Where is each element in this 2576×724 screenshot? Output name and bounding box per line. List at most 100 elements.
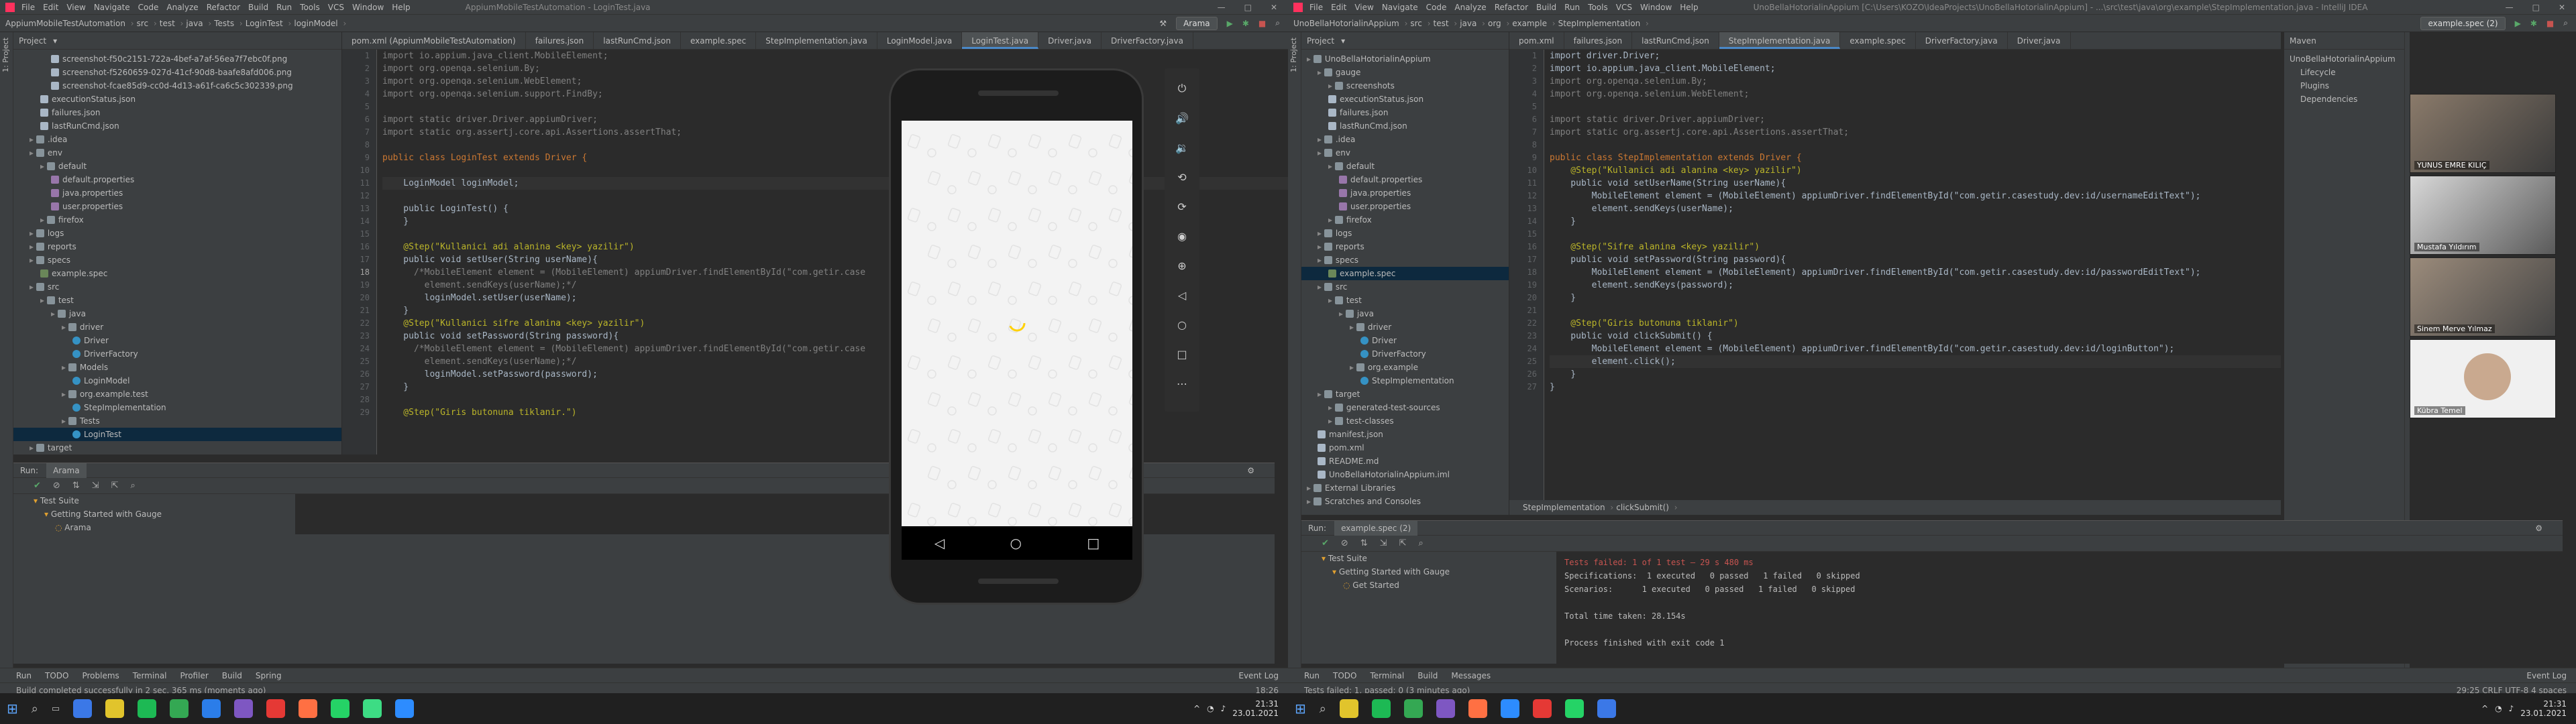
menu-item-code[interactable]: Code	[1426, 3, 1447, 12]
code-line[interactable]	[1550, 228, 2281, 241]
code-line[interactable]: }	[1550, 381, 2281, 394]
tree-item[interactable]: ▸ java	[13, 307, 341, 320]
code-breadcrumb-item[interactable]: StepImplementation	[1523, 503, 1613, 512]
emulator-screen[interactable]	[902, 121, 1132, 526]
tree-item[interactable]: ▸ default	[1301, 160, 1509, 173]
code-breadcrumb-item[interactable]: clickSubmit()	[1616, 503, 1677, 512]
breadcrumb-item[interactable]: example	[1512, 19, 1555, 28]
tree-item[interactable]: ▸ java	[1301, 307, 1509, 320]
chevron-right-icon[interactable]: ▸	[1350, 363, 1356, 372]
menu-item-build[interactable]: Build	[248, 3, 268, 12]
breadcrumb-item[interactable]: src	[137, 19, 157, 28]
code-line[interactable]: import static org.assertj.core.api.Asser…	[382, 126, 1288, 139]
code-area[interactable]: import driver.Driver; import io.appium.ja…	[1550, 50, 2281, 515]
tree-item[interactable]: ▸ test-classes	[1301, 414, 1509, 428]
code-line[interactable]: public void setPassword(String password)…	[382, 330, 1288, 343]
run-icon[interactable]: ▶	[2515, 19, 2521, 28]
code-line[interactable]: /*MobileElement element = (MobileElement…	[382, 266, 1288, 279]
menu-item-vcs[interactable]: VCS	[1616, 3, 1632, 12]
task-view-icon[interactable]: ▭	[52, 704, 60, 714]
minimize-icon[interactable]: —	[2506, 3, 2514, 12]
code-line[interactable]	[382, 190, 1288, 202]
tree-item[interactable]: ▸ logs	[1301, 227, 1509, 240]
power-icon[interactable]: ⏻	[1171, 78, 1193, 99]
chevron-right-icon[interactable]: ▸	[1339, 309, 1346, 318]
maven-tree-item[interactable]: Dependencies	[2284, 93, 2404, 106]
editor-tab[interactable]: Driver.java	[2008, 32, 2071, 49]
tree-item[interactable]: ▸ screenshots	[1301, 79, 1509, 93]
tree-item[interactable]: ▸ firefox	[1301, 213, 1509, 227]
app-icon[interactable]	[1403, 699, 1423, 718]
overview-icon[interactable]: □	[1171, 343, 1193, 365]
chevron-down-icon[interactable]: ▾	[53, 36, 57, 46]
app-icon[interactable]	[1532, 699, 1552, 718]
event-log-button[interactable]: Event Log	[2526, 671, 2576, 680]
editor-tab[interactable]: example.spec	[1840, 32, 1916, 49]
run-tab[interactable]: example.spec (2)	[1334, 521, 1418, 536]
menu-item-refactor[interactable]: Refactor	[1495, 3, 1528, 12]
breadcrumb-item[interactable]: test	[1434, 19, 1458, 28]
chevron-right-icon[interactable]: ▸	[30, 282, 36, 292]
tree-item[interactable]: ▸ target	[1301, 387, 1509, 401]
editor-tab[interactable]: Driver.java	[1038, 32, 1102, 49]
code-line[interactable]: @Step("Kullanici adi alanina <key> yazil…	[1550, 164, 2281, 177]
run-tree-item[interactable]: ▾ Test Suite	[1301, 552, 1556, 565]
code-line[interactable]: MobileElement element = (MobileElement) …	[1550, 190, 2281, 202]
menu-item-help[interactable]: Help	[1680, 3, 1698, 12]
menu-item-vcs[interactable]: VCS	[328, 3, 344, 12]
breadcrumb-item[interactable]: test	[160, 19, 184, 28]
tree-item[interactable]: ▸ driver	[1301, 320, 1509, 334]
code-line[interactable]: }	[382, 381, 1288, 394]
code-line[interactable]: element.sendKeys(userName);	[1550, 202, 2281, 215]
volume-icon[interactable]: ♪	[2509, 704, 2514, 713]
chevron-right-icon[interactable]: ▸	[1328, 81, 1335, 90]
chevron-right-icon[interactable]: ▸	[40, 215, 47, 225]
tree-item[interactable]: ▸ env	[13, 146, 341, 160]
code-line[interactable]: import org.openqa.selenium.By;	[382, 62, 1288, 75]
editor-tab[interactable]: lastRunCmd.json	[1632, 32, 1719, 49]
chevron-right-icon[interactable]: ▸	[1318, 242, 1324, 251]
hammer-icon[interactable]: ⚒	[1159, 19, 1167, 28]
code-line[interactable]: element.sendKeys(userName);*/	[382, 355, 1288, 368]
chevron-up-icon[interactable]: ^	[2481, 704, 2488, 713]
tree-item[interactable]: ▸ org.example	[1301, 361, 1509, 374]
chevron-right-icon[interactable]: ▸	[1328, 416, 1335, 426]
chevron-right-icon[interactable]: ▸	[30, 229, 36, 238]
app-icon[interactable]	[1564, 699, 1584, 718]
menu-item-tools[interactable]: Tools	[1588, 3, 1608, 12]
project-panel-title[interactable]: Project	[1307, 36, 1334, 46]
collapse-icon[interactable]: ⇱	[111, 481, 119, 491]
tree-item[interactable]: ▸ specs	[1301, 253, 1509, 267]
code-line[interactable]: }	[1550, 215, 2281, 228]
bottom-tab-todo[interactable]: TODO	[45, 671, 68, 680]
tree-item[interactable]: screenshot-fcae85d9-cc0d-4d13-a61f-ca6c5…	[13, 79, 341, 93]
code-line[interactable]: @Step("Kullanici sifre alanina <key> yaz…	[382, 317, 1288, 330]
bottom-tab-profiler[interactable]: Profiler	[180, 671, 209, 680]
collapse-icon[interactable]: ⇱	[1399, 538, 1407, 548]
app-icon[interactable]	[170, 699, 189, 718]
menu-item-help[interactable]: Help	[392, 3, 410, 12]
code-line[interactable]: @Step("Kullanici adi alanina <key> yazil…	[382, 241, 1288, 253]
tree-item[interactable]: ▸ env	[1301, 146, 1509, 160]
code-line[interactable]: loginModel.setPassword(password);	[382, 368, 1288, 381]
code-line[interactable]: }	[382, 215, 1288, 228]
chevron-right-icon[interactable]: ▸	[30, 242, 36, 251]
tree-item[interactable]: failures.json	[13, 106, 341, 119]
tree-item[interactable]: ▸ driver	[13, 320, 341, 334]
network-icon[interactable]: ◔	[1207, 704, 1214, 713]
code-line[interactable]: @Step("Sifre alanina <key> yazilir")	[1550, 241, 2281, 253]
app-icon[interactable]	[234, 699, 254, 718]
chevron-right-icon[interactable]: ▸	[1318, 148, 1324, 158]
home-icon[interactable]: ○	[1010, 535, 1022, 551]
chevron-right-icon[interactable]: ▸	[30, 255, 36, 265]
tree-item[interactable]: manifest.json	[1301, 428, 1509, 441]
breadcrumb-item[interactable]: LoginTest	[246, 19, 292, 28]
volume-up-icon[interactable]: 🔊	[1171, 107, 1193, 129]
run-icon[interactable]: ▶	[1227, 19, 1233, 28]
code-line[interactable]	[1550, 139, 2281, 152]
run-tree-item[interactable]: ▾ Getting Started with Gauge	[1301, 565, 1556, 579]
editor-tab[interactable]: lastRunCmd.json	[594, 32, 681, 49]
tree-item[interactable]: ▸ target	[13, 441, 341, 455]
code-line[interactable]: MobileElement element = (MobileElement) …	[1550, 343, 2281, 355]
editor-tab[interactable]: pom.xml (AppiumMobileTestAutomation)	[342, 32, 526, 49]
